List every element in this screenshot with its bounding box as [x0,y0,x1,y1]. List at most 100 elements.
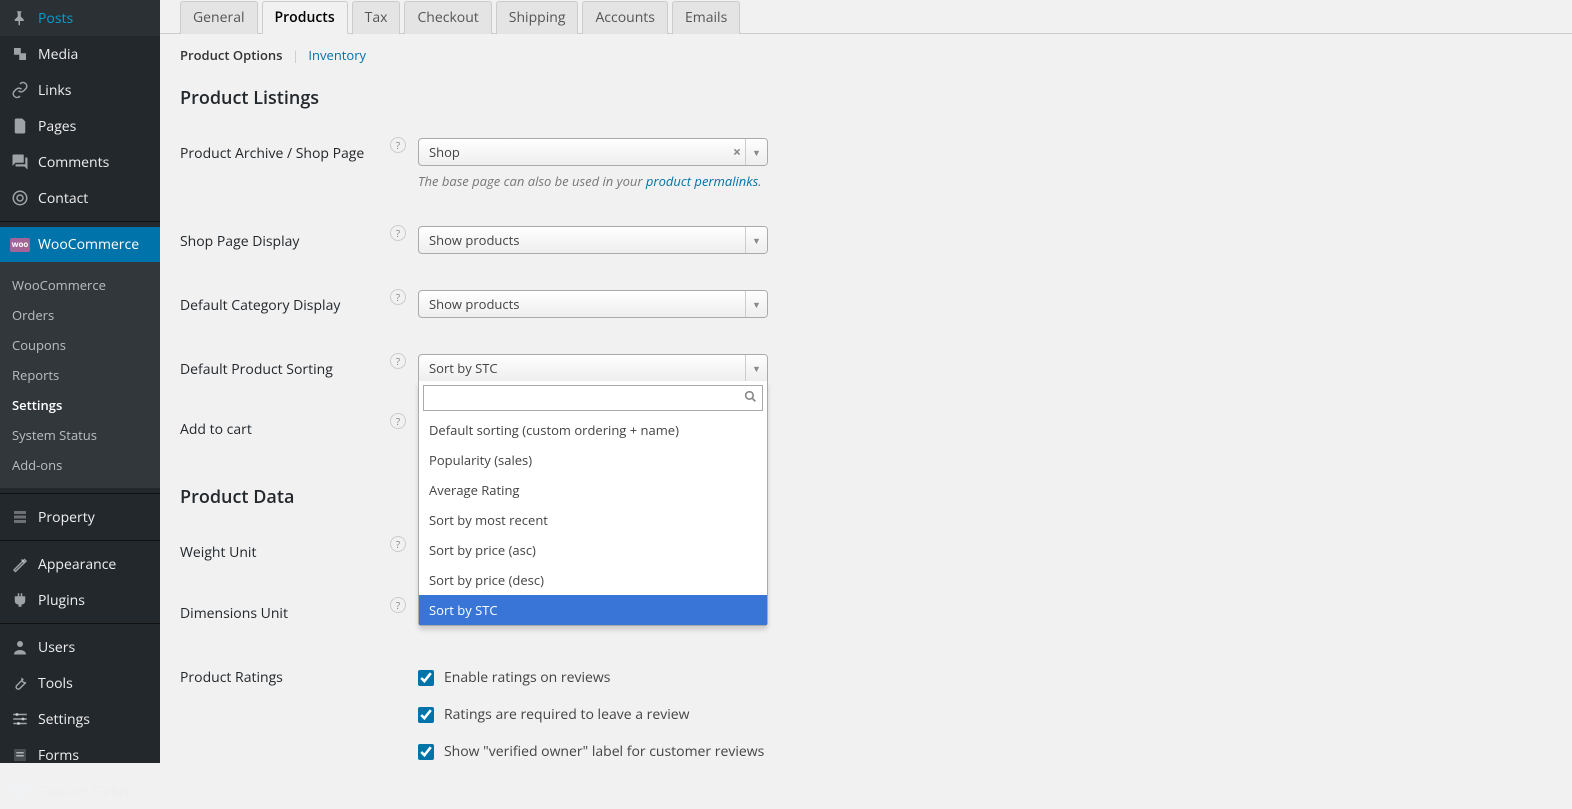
sidebar-item-property[interactable]: Property [0,499,160,535]
sidebar-item-posts[interactable]: Posts [0,0,160,36]
help-icon[interactable]: ? [390,597,406,613]
chevron-down-icon[interactable] [745,227,767,253]
plugins-icon [10,590,30,610]
sidebar-item-label: Settings [38,710,90,729]
sidebar-sub-settings[interactable]: Settings [0,390,160,420]
dropdown-option[interactable]: Sort by price (desc) [419,565,767,595]
sidebar-item-custom-fields[interactable]: Custom Fields [0,773,160,809]
chevron-down-icon[interactable] [745,291,767,317]
chevron-down-icon[interactable] [745,355,767,381]
tab-shipping[interactable]: Shipping [496,1,579,34]
pin-icon [10,8,30,28]
dropdown-option[interactable]: Sort by price (asc) [419,535,767,565]
sidebar-item-tools[interactable]: Tools [0,665,160,701]
checkbox-label: Show "verified owner" label for customer… [444,742,764,761]
dropdown-option[interactable]: Sort by most recent [419,505,767,535]
dropdown-option[interactable]: Default sorting (custom ordering + name) [419,415,767,445]
label-category-display: Default Category Display [180,290,390,315]
sidebar-item-media[interactable]: Media [0,36,160,72]
sidebar-item-label: Posts [38,9,73,28]
sidebar-item-label: Media [38,45,78,64]
row-product-ratings: Product Ratings ? Enable ratings on revi… [180,636,1552,763]
select-product-archive[interactable]: Shop × [418,138,768,166]
help-icon[interactable]: ? [390,289,406,305]
select-product-sorting[interactable]: Sort by STC [418,354,768,382]
subnav-product-options[interactable]: Product Options [180,46,282,64]
row-add-to-cart: Add to cart ? [180,392,1552,449]
dropdown-option[interactable]: Sort by STC [419,595,767,625]
row-product-archive: Product Archive / Shop Page ? Shop × The… [180,128,1552,200]
dropdown-option[interactable]: Popularity (sales) [419,445,767,475]
sidebar-item-users[interactable]: Users [0,629,160,665]
sidebar-item-links[interactable]: Links [0,72,160,108]
sidebar-sub-add-ons[interactable]: Add-ons [0,450,160,480]
dropdown-panel-sorting: Default sorting (custom ordering + name)… [418,381,768,626]
links-icon [10,80,30,100]
tab-tax[interactable]: Tax [352,1,401,34]
help-icon[interactable]: ? [390,225,406,241]
dropdown-option[interactable]: Average Rating [419,475,767,505]
clear-icon[interactable]: × [733,143,741,162]
row-weight-unit: Weight Unit ? [180,527,1552,572]
sidebar-item-label: Links [38,81,71,100]
sidebar-item-forms[interactable]: Forms [0,737,160,773]
label-product-archive: Product Archive / Shop Page [180,138,390,163]
sidebar-item-label: WooCommerce [38,235,139,254]
settings-tabs: GeneralProductsTaxCheckoutShippingAccoun… [160,0,1572,34]
sidebar-item-contact[interactable]: Contact [0,180,160,216]
sidebar-item-appearance[interactable]: Appearance [0,546,160,582]
sidebar-separator [0,540,160,541]
section-title-product-data: Product Data [180,449,1552,527]
help-icon[interactable]: ? [390,413,406,429]
checkbox-label: Enable ratings on reviews [444,668,610,687]
subnav-inventory[interactable]: Inventory [308,46,366,64]
sidebar-item-label: Contact [38,189,88,208]
checkbox-ratings-required[interactable] [418,707,434,723]
sidebar-sub-system-status[interactable]: System Status [0,420,160,450]
sidebar-sub-coupons[interactable]: Coupons [0,330,160,360]
sidebar-item-label: Appearance [38,555,116,574]
search-icon [744,389,757,407]
tab-checkout[interactable]: Checkout [404,1,491,34]
sidebar-sub-reports[interactable]: Reports [0,360,160,390]
hint-product-archive: The base page can also be used in your p… [418,172,768,190]
row-category-display: Default Category Display ? Show products [180,264,1552,328]
label-add-to-cart: Add to cart [180,414,390,439]
chevron-down-icon[interactable] [745,139,767,165]
select-category-display[interactable]: Show products [418,290,768,318]
sidebar-item-plugins[interactable]: Plugins [0,582,160,618]
select-shop-display[interactable]: Show products [418,226,768,254]
sidebar-item-label: Users [38,638,75,657]
sidebar-item-woocommerce[interactable]: woo WooCommerce [0,227,160,262]
sidebar-separator [0,493,160,494]
sidebar-separator [0,221,160,222]
sidebar-item-comments[interactable]: Comments [0,144,160,180]
checkbox-enable-ratings[interactable] [418,670,434,686]
admin-sidebar: Posts Media Links PagesComments Contact woo … [0,0,160,763]
settings-subnav: Product Options | Inventory [180,34,1552,78]
sidebar-sub-woocommerce[interactable]: WooCommerce [0,270,160,300]
row-dimensions-unit: Dimensions Unit ? cm [180,572,1552,636]
link-product-permalinks[interactable]: product permalinks [646,172,758,190]
tab-products[interactable]: Products [262,1,348,34]
select-value: Shop [429,143,460,161]
checkbox-verified-owner[interactable] [418,744,434,760]
help-icon[interactable]: ? [390,353,406,369]
sidebar-item-label: Custom Fields [38,782,129,801]
dropdown-search-input[interactable] [423,385,763,411]
select-value: Show products [429,231,519,249]
tab-emails[interactable]: Emails [672,1,740,34]
tab-accounts[interactable]: Accounts [582,1,668,34]
sidebar-item-label: Tools [38,674,73,693]
sidebar-item-pages[interactable]: Pages [0,108,160,144]
label-shop-display: Shop Page Display [180,226,390,251]
help-icon[interactable]: ? [390,137,406,153]
help-icon[interactable]: ? [390,536,406,552]
comments-icon [10,152,30,172]
row-product-sorting: Default Product Sorting ? Sort by STC De… [180,328,1552,392]
appearance-icon [10,554,30,574]
sidebar-item-settings[interactable]: Settings [0,701,160,737]
tab-general[interactable]: General [180,1,258,34]
sidebar-sub-orders[interactable]: Orders [0,300,160,330]
settings-icon [10,709,30,729]
